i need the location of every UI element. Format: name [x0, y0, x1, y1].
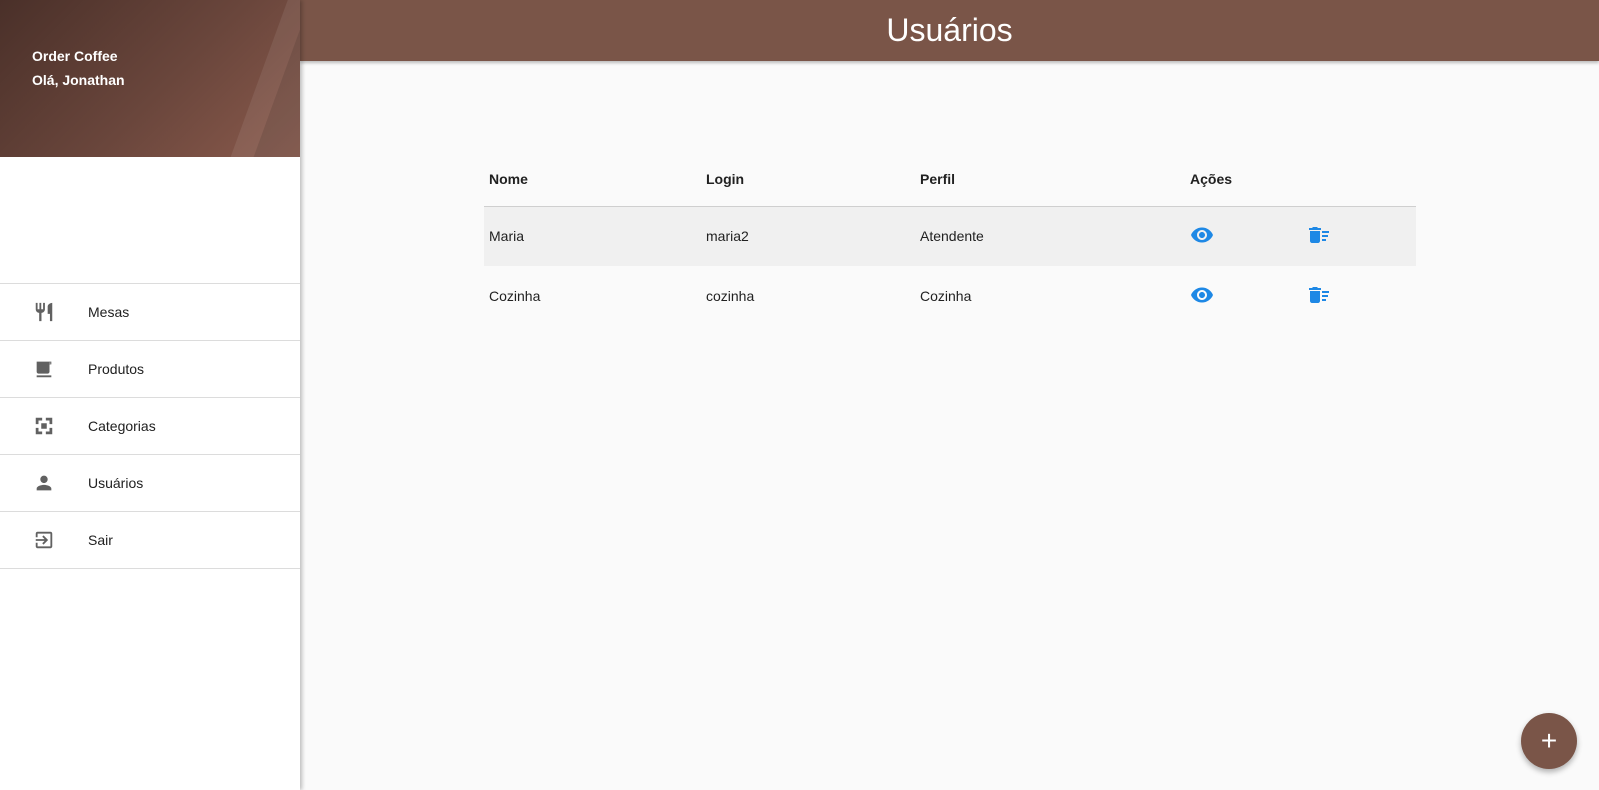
sidebar-item-produtos[interactable]: Produtos [0, 341, 300, 398]
sidebar-item-mesas[interactable]: Mesas [0, 284, 300, 341]
page-title: Usuários [886, 12, 1013, 48]
column-header-login: Login [701, 152, 915, 207]
coffee-icon [32, 357, 56, 381]
app-name: Order Coffee [32, 48, 118, 64]
users-table-container: Nome Login Perfil Ações Maria maria2 Ate… [484, 152, 1416, 326]
sidebar-nav: Mesas Produtos Categorias Usuários Sair [0, 283, 300, 569]
cell-perfil: Cozinha [920, 288, 972, 304]
sidebar-item-label: Produtos [88, 361, 145, 377]
table-header-row: Nome Login Perfil Ações [484, 152, 1416, 207]
sidebar-item-label: Sair [88, 532, 113, 548]
cell-login: cozinha [706, 288, 755, 304]
sidebar-item-categorias[interactable]: Categorias [0, 398, 300, 455]
table-row[interactable]: Cozinha cozinha Cozinha [484, 266, 1416, 326]
person-icon [32, 471, 56, 495]
cell-delete-action [1302, 266, 1416, 326]
users-table: Nome Login Perfil Ações Maria maria2 Ate… [484, 152, 1416, 326]
category-frame-icon [32, 414, 56, 438]
delete-sweep-icon[interactable] [1307, 223, 1331, 247]
top-app-bar: Usuários [300, 0, 1599, 61]
cell-nome: Maria [484, 206, 701, 266]
sidebar-item-usuarios[interactable]: Usuários [0, 455, 300, 512]
sidebar: Order Coffee Olá, Jonathan Mesas Produto… [0, 0, 300, 790]
column-header-empty [1302, 152, 1416, 207]
plus-icon: + [1540, 725, 1558, 756]
sidebar-item-label: Categorias [88, 418, 156, 434]
view-icon[interactable] [1190, 223, 1214, 247]
delete-sweep-icon[interactable] [1307, 283, 1331, 307]
restaurant-icon [32, 300, 56, 324]
cell-delete-action [1302, 206, 1416, 266]
cell-view-action [1185, 266, 1302, 326]
column-header-nome: Nome [484, 152, 701, 207]
cell-login: maria2 [701, 206, 915, 266]
column-header-acoes: Ações [1185, 152, 1302, 207]
sidebar-item-label: Mesas [88, 304, 130, 320]
cell-perfil: Atendente [915, 206, 1185, 266]
exit-icon [32, 528, 56, 552]
sidebar-item-sair[interactable]: Sair [0, 512, 300, 569]
add-user-button[interactable]: + [1521, 713, 1577, 769]
table-row[interactable]: Maria maria2 Atendente [484, 206, 1416, 266]
sidebar-item-label: Usuários [88, 475, 144, 491]
sidebar-header: Order Coffee Olá, Jonathan [0, 0, 300, 157]
cell-nome: Cozinha [489, 288, 541, 304]
cell-view-action [1185, 206, 1302, 266]
column-header-perfil: Perfil [915, 152, 1185, 207]
user-greeting: Olá, Jonathan [32, 72, 125, 88]
view-icon[interactable] [1190, 283, 1214, 307]
